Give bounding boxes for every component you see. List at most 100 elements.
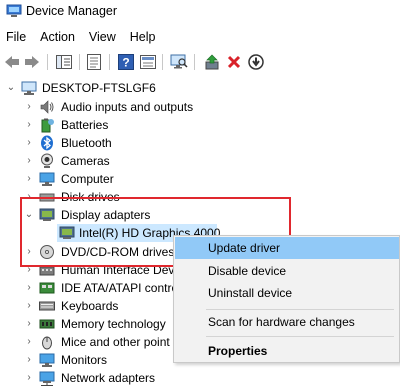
- hid-icon: [39, 266, 55, 276]
- help-icon: ?: [118, 54, 134, 70]
- tree-item-label: DVD/CD-ROM drives: [61, 245, 175, 259]
- toolbar-separator: [109, 54, 110, 70]
- device-manager-icon: [6, 4, 22, 17]
- memory-icon: [39, 319, 55, 329]
- tree-item-label: Batteries: [61, 118, 109, 132]
- show-hide-tree-icon: [56, 55, 72, 69]
- scan-hardware-button[interactable]: [169, 52, 189, 72]
- details-button[interactable]: [138, 52, 158, 72]
- scan-hardware-icon: [170, 54, 188, 69]
- display-adapter-icon: [39, 208, 55, 221]
- uninstall-button[interactable]: [224, 52, 244, 72]
- expand-chevron-icon[interactable]: ›: [24, 192, 34, 202]
- toolbar-separator: [79, 54, 80, 70]
- disable-icon: [248, 54, 264, 70]
- tree-item-label: Cameras: [61, 154, 110, 168]
- disk-drive-icon: [39, 193, 55, 202]
- tree-item-label: Computer: [61, 172, 114, 186]
- battery-icon: [41, 118, 54, 133]
- expand-chevron-icon[interactable]: ›: [24, 138, 34, 148]
- speaker-icon: [40, 100, 54, 114]
- ide-controller-icon: [39, 282, 55, 294]
- uninstall-device-menu-item[interactable]: Uninstall device: [175, 282, 399, 304]
- tree-item-disk-drives[interactable]: › Disk drives: [0, 188, 400, 206]
- bluetooth-icon: [41, 135, 53, 151]
- uninstall-icon: [227, 55, 241, 69]
- computer-icon: [21, 81, 37, 95]
- details-icon: [140, 55, 156, 69]
- tree-item-label: IDE ATA/ATAPI contro: [61, 281, 179, 295]
- expand-chevron-icon[interactable]: ›: [24, 373, 34, 383]
- disable-device-button[interactable]: [246, 52, 266, 72]
- display-adapter-icon: [59, 226, 75, 239]
- tree-root[interactable]: ⌄ DESKTOP-FTSLGF6: [0, 79, 400, 97]
- tree-item-label: Bluetooth: [61, 136, 112, 150]
- back-icon: [5, 56, 19, 68]
- menu-separator: [206, 336, 394, 337]
- menu-separator: [206, 309, 394, 310]
- expand-chevron-icon[interactable]: ›: [24, 265, 34, 275]
- update-driver-menu-item[interactable]: Update driver: [175, 237, 399, 259]
- mouse-icon: [42, 336, 52, 350]
- expand-chevron-icon[interactable]: ›: [24, 156, 34, 166]
- menu-bar: File Action View Help: [0, 27, 400, 47]
- window-title: Device Manager: [26, 4, 118, 18]
- help-button[interactable]: ?: [116, 52, 136, 72]
- properties-menu-item[interactable]: Properties: [175, 340, 399, 362]
- back-button[interactable]: [2, 52, 22, 72]
- tree-item-cameras[interactable]: › Cameras: [0, 152, 400, 170]
- toolbar-separator: [47, 54, 48, 70]
- update-driver-button[interactable]: [202, 52, 222, 72]
- tree-item-label: Keyboards: [61, 299, 119, 313]
- tree-item-bluetooth[interactable]: › Bluetooth: [0, 134, 400, 152]
- tree-item-label: Monitors: [61, 353, 108, 367]
- properties-icon: [87, 54, 101, 70]
- network-adapter-icon: [39, 371, 55, 386]
- dvd-drive-icon: [40, 245, 54, 259]
- context-menu: Update driver Disable device Uninstall d…: [173, 235, 400, 363]
- collapse-chevron-icon[interactable]: ⌄: [24, 210, 34, 220]
- expand-chevron-icon[interactable]: ›: [24, 301, 34, 311]
- disable-device-menu-item[interactable]: Disable device: [175, 260, 399, 282]
- root-label: DESKTOP-FTSLGF6: [42, 81, 156, 95]
- tree-item-label: Memory technology: [61, 317, 166, 331]
- camera-icon: [41, 153, 53, 168]
- toolbar-separator: [194, 54, 195, 70]
- expand-chevron-icon[interactable]: ›: [24, 319, 34, 329]
- expand-chevron-icon[interactable]: ›: [24, 102, 34, 112]
- menu-file[interactable]: File: [0, 27, 33, 47]
- forward-button[interactable]: [22, 52, 42, 72]
- menu-help[interactable]: Help: [123, 27, 163, 47]
- menu-view[interactable]: View: [82, 27, 123, 47]
- collapse-chevron-icon[interactable]: ⌄: [6, 83, 16, 93]
- update-driver-icon: [205, 54, 219, 70]
- expand-chevron-icon[interactable]: ›: [24, 120, 34, 130]
- expand-chevron-icon[interactable]: ›: [24, 283, 34, 293]
- tree-item-label: Human Interface Dev: [61, 263, 175, 277]
- scan-hardware-menu-item[interactable]: Scan for hardware changes: [175, 311, 399, 333]
- title-bar: Device Manager: [0, 0, 400, 24]
- tree-item-label: Display adapters: [61, 208, 151, 222]
- menu-action[interactable]: Action: [33, 27, 82, 47]
- tree-item-label: Network adapters: [61, 371, 156, 385]
- show-hide-tree-button[interactable]: [54, 52, 74, 72]
- tree-item-batteries[interactable]: › Batteries: [0, 116, 400, 134]
- keyboard-icon: [39, 301, 55, 311]
- expand-chevron-icon[interactable]: ›: [24, 337, 34, 347]
- tree-item-computer[interactable]: › Computer: [0, 170, 400, 188]
- expand-chevron-icon[interactable]: ›: [24, 247, 34, 257]
- tree-item-audio[interactable]: › Audio inputs and outputs: [0, 98, 400, 116]
- monitor-icon: [39, 353, 55, 367]
- tree-item-label: Audio inputs and outputs: [61, 100, 194, 114]
- tree-item-label: Mice and other point: [61, 335, 170, 349]
- computer-icon: [39, 172, 55, 186]
- expand-chevron-icon[interactable]: ›: [24, 355, 34, 365]
- svg-text:?: ?: [122, 56, 129, 70]
- expand-chevron-icon[interactable]: ›: [24, 174, 34, 184]
- tree-item-network-adapters[interactable]: › Network adapters: [0, 369, 400, 387]
- tree-item-display-adapters[interactable]: ⌄ Display adapters: [0, 206, 400, 224]
- properties-button[interactable]: [84, 52, 104, 72]
- toolbar: ?: [0, 50, 400, 74]
- forward-icon: [25, 56, 39, 68]
- tree-item-label: Disk drives: [61, 190, 120, 204]
